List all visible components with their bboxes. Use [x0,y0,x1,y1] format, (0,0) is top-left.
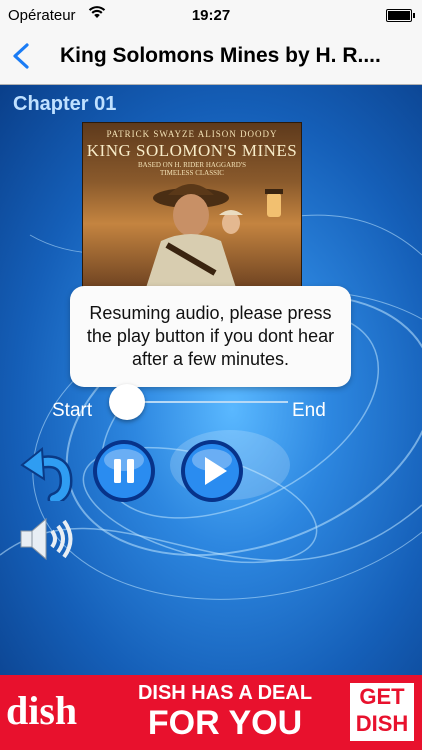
progress-slider-track[interactable] [126,401,288,403]
ad-logo: dish [6,688,78,733]
clock: 19:27 [191,7,231,24]
book-cover-image: PATRICK SWAYZE ALISON DOODY KING SOLOMON… [82,122,302,292]
play-icon [181,440,243,502]
pause-button[interactable] [92,439,156,503]
play-button[interactable] [180,439,244,503]
pause-icon [93,440,155,502]
chapter-label: Chapter 01 [13,93,117,115]
back-button[interactable] [8,38,38,74]
slider-end-label: End [292,400,326,421]
ad-cta-button[interactable]: GET DISH [350,683,414,741]
navigation-bar: King Solomons Mines by H. R.... [0,30,422,85]
ad-headline: DISH HAS A DEAL FOR YOU [137,682,313,742]
replay-button[interactable] [18,443,76,506]
replay-arrow-icon [20,447,73,506]
cover-artwork [145,184,283,291]
status-bar: Opérateur 19:27 [0,0,422,30]
battery-icon [386,9,415,22]
volume-button[interactable] [18,515,76,563]
page-title: King Solomons Mines by H. R.... [60,44,381,67]
chevron-left-icon [13,43,29,69]
progress-slider-thumb[interactable] [109,384,145,420]
resume-message-toast: Resuming audio, please press the play bu… [70,286,351,387]
slider-start-label: Start [52,400,93,421]
ad-banner[interactable]: dish DISH HAS A DEAL FOR YOU GET DISH [0,675,422,750]
speaker-volume-icon [20,517,73,561]
resume-message-text: Resuming audio, please press the play bu… [86,303,335,369]
player-area: Chapter 01 PATRICK SWAYZE ALISON DOODY K… [0,85,422,675]
